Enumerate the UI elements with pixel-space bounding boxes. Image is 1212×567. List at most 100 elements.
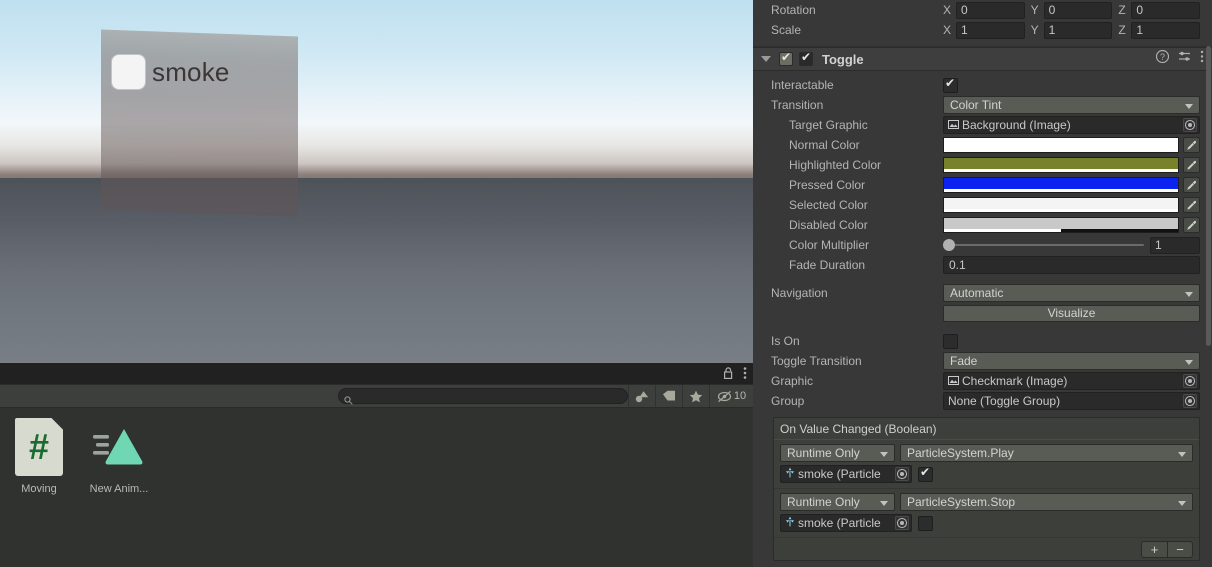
animation-clip-icon <box>90 416 148 478</box>
scale-x[interactable]: X 1 <box>943 21 1025 39</box>
swatch-fill <box>944 158 1178 169</box>
rotation-x-input[interactable]: 0 <box>956 1 1025 19</box>
swatch-alpha <box>944 169 1178 172</box>
search-box[interactable] <box>338 388 628 405</box>
swatch-fill <box>944 218 1178 229</box>
highlighted-color-row: Highlighted Color <box>753 155 1212 175</box>
visualize-button[interactable]: Visualize <box>943 304 1200 322</box>
scale-z[interactable]: Z 1 <box>1118 21 1201 39</box>
normal-color-row: Normal Color <box>753 135 1212 155</box>
inspector-panel: Rotation X 0 Y 0 Z 0 Scale X 1 Y 1 Z 1 ✔… <box>753 0 1212 567</box>
asset-item-new-animation[interactable]: New Anim... <box>82 416 156 495</box>
normal-color-swatch[interactable] <box>943 137 1179 153</box>
swatch-fill <box>944 198 1178 209</box>
add-event-button[interactable]: + <box>1141 540 1167 558</box>
rotation-y[interactable]: Y 0 <box>1031 1 1113 19</box>
event-bool-argument-checkbox[interactable] <box>918 465 933 482</box>
event-method-dropdown[interactable]: ParticleSystem.Play <box>900 444 1193 462</box>
project-panel: 10 # Moving New Anim... <box>0 363 753 567</box>
scrollbar-thumb[interactable] <box>1206 46 1211 346</box>
chevron-down-icon <box>1185 360 1193 365</box>
pressed-color-swatch[interactable] <box>943 177 1179 193</box>
help-icon[interactable]: ? <box>1155 49 1170 68</box>
rotation-y-input[interactable]: 0 <box>1043 1 1113 19</box>
eyedropper-icon[interactable] <box>1183 157 1200 173</box>
toggle-component-header[interactable]: Toggle ? <box>753 47 1212 71</box>
kebab-menu-icon[interactable] <box>1200 50 1204 68</box>
disabled-color-swatch[interactable] <box>943 217 1179 233</box>
asset-item-moving[interactable]: # Moving <box>2 416 76 495</box>
chevron-down-icon <box>1178 452 1186 457</box>
rotation-x[interactable]: X 0 <box>943 1 1025 19</box>
eyedropper-icon[interactable] <box>1183 217 1200 233</box>
slider-handle[interactable] <box>943 239 955 251</box>
toggle-transition-label: Toggle Transition <box>771 354 862 368</box>
group-object-field[interactable]: None (Toggle Group) <box>943 392 1200 410</box>
lock-icon[interactable] <box>723 366 734 385</box>
hidden-items-filter[interactable]: 10 <box>709 385 753 407</box>
preset-icon[interactable] <box>1178 50 1191 68</box>
chevron-down-icon <box>1178 501 1186 506</box>
fade-duration-input[interactable]: 0.1 <box>943 256 1200 274</box>
search-input[interactable] <box>355 390 627 402</box>
component-enabled-checkbox[interactable] <box>799 50 813 66</box>
game-view[interactable]: smoke <box>0 0 753 363</box>
event-mode-dropdown[interactable]: Runtime Only <box>780 444 895 462</box>
eyedropper-icon[interactable] <box>1183 137 1200 153</box>
object-picker-icon[interactable] <box>1183 118 1197 132</box>
remove-event-button[interactable]: − <box>1167 540 1193 558</box>
visualize-row: Visualize <box>753 303 1212 323</box>
is-on-checkbox[interactable] <box>943 333 958 349</box>
scale-y-input[interactable]: 1 <box>1043 21 1113 39</box>
toggle-text-label: smoke <box>152 57 230 87</box>
fade-duration-label: Fade Duration <box>789 258 866 272</box>
selected-color-swatch[interactable] <box>943 197 1179 213</box>
color-multiplier-slider[interactable] <box>943 239 1144 251</box>
particle-system-icon <box>785 516 795 530</box>
object-picker-icon[interactable] <box>1183 394 1197 408</box>
toggle-checkbox-graphic[interactable] <box>112 55 145 89</box>
image-component-icon <box>948 374 959 388</box>
graphic-object-field[interactable]: Checkmark (Image) <box>943 372 1200 390</box>
scale-y[interactable]: Y 1 <box>1031 21 1113 39</box>
component-script-icon <box>779 50 793 66</box>
object-picker-icon[interactable] <box>1183 374 1197 388</box>
event-entry: Runtime Only ParticleSystem.Play smoke (… <box>774 440 1199 489</box>
graphic-row: Graphic Checkmark (Image) <box>753 371 1212 391</box>
favorites-star-icon[interactable] <box>682 385 709 407</box>
kebab-menu-icon[interactable] <box>743 366 747 385</box>
color-multiplier-input[interactable]: 1 <box>1150 236 1200 254</box>
axis-label: Z <box>1118 23 1126 37</box>
filter-by-type-icon[interactable] <box>628 385 655 407</box>
transition-dropdown[interactable]: Color Tint <box>943 96 1200 114</box>
chevron-down-icon <box>880 452 888 457</box>
fade-duration-row: Fade Duration 0.1 <box>753 255 1212 275</box>
event-bool-argument-checkbox[interactable] <box>918 515 933 531</box>
interactable-checkbox[interactable] <box>943 76 958 93</box>
scale-x-input[interactable]: 1 <box>956 21 1025 39</box>
eyedropper-icon[interactable] <box>1183 197 1200 213</box>
chevron-down-icon <box>880 501 888 506</box>
chevron-down-icon[interactable] <box>761 56 771 62</box>
object-picker-icon[interactable] <box>895 467 909 481</box>
eyedropper-icon[interactable] <box>1183 177 1200 193</box>
event-mode-dropdown[interactable]: Runtime Only <box>780 493 895 511</box>
scale-z-input[interactable]: 1 <box>1131 21 1201 39</box>
project-asset-grid[interactable]: # Moving New Anim... <box>0 407 753 567</box>
navigation-dropdown[interactable]: Automatic <box>943 284 1200 302</box>
event-target-object-field[interactable]: smoke (Particle <box>780 465 912 483</box>
object-picker-icon[interactable] <box>895 516 909 530</box>
target-graphic-object-field[interactable]: Background (Image) <box>943 116 1200 134</box>
event-target-object-field[interactable]: smoke (Particle <box>780 514 912 532</box>
normal-color-label: Normal Color <box>789 138 860 152</box>
filter-by-label-icon[interactable] <box>655 385 682 407</box>
inspector-scrollbar[interactable] <box>1205 46 1212 466</box>
axis-label: X <box>943 3 952 17</box>
highlighted-color-swatch[interactable] <box>943 157 1179 173</box>
asset-label: Moving <box>21 483 57 495</box>
toggle-transition-dropdown[interactable]: Fade <box>943 352 1200 370</box>
rotation-z-input[interactable]: 0 <box>1131 1 1201 19</box>
event-method-dropdown[interactable]: ParticleSystem.Stop <box>900 493 1193 511</box>
rotation-z[interactable]: Z 0 <box>1118 1 1201 19</box>
event-mode-value: Runtime Only <box>787 495 860 509</box>
